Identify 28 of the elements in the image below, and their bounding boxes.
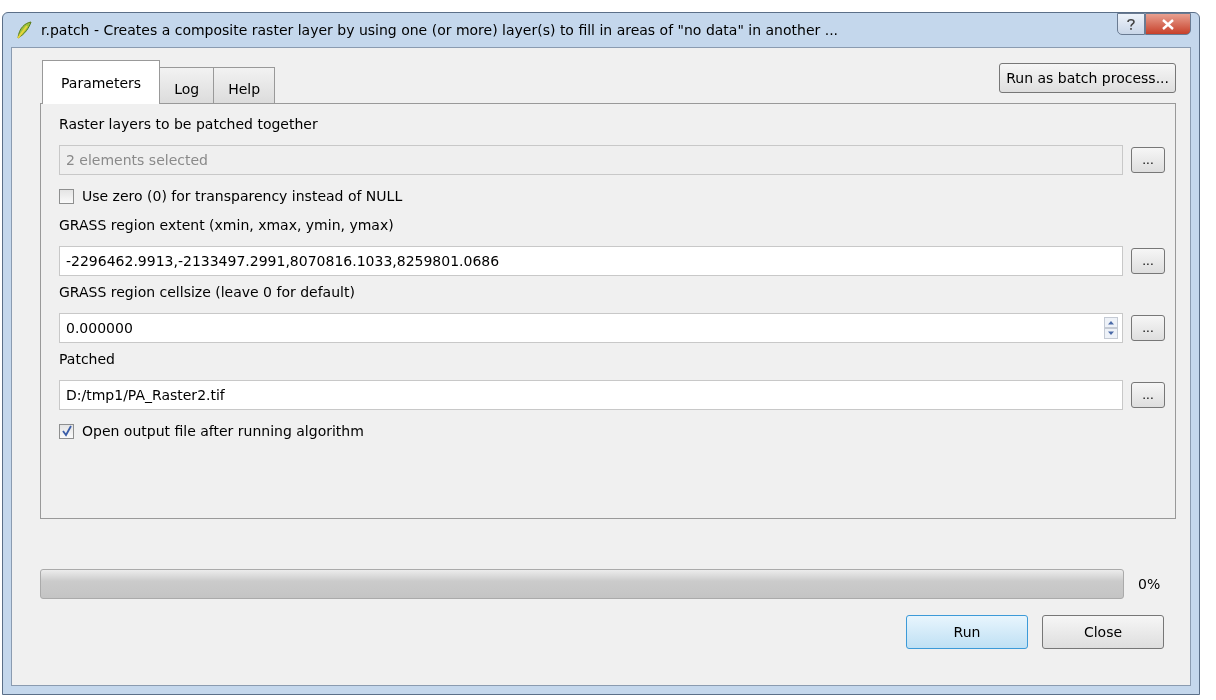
close-button[interactable] [1145,13,1191,35]
spinner-arrows-icon[interactable] [1104,317,1118,339]
field-label: Raster layers to be patched together [59,116,319,134]
checkbox-label: Open output file after running algorithm [82,423,364,439]
help-icon [1126,17,1136,31]
dialog-button[interactable]: Close [1042,615,1164,649]
window-title: r.patch - Creates a composite raster layer by using one (or more) layer(s) to fill in areas of "no data" in another ... [41,22,840,38]
input-field[interactable]: -2296462.9913,-2133497.2991,8070816.1033,8259801.0686 [59,246,1123,276]
batch-process-button[interactable]: Run as batch process... [999,63,1176,93]
close-icon [1162,18,1174,30]
checkbox-label: Use zero (0) for transparency instead of NULL [82,188,403,204]
field-label: GRASS region extent (xmin, xmax, ymin, ymax) [59,217,395,235]
leaf-icon [15,20,33,40]
dialog-button[interactable]: Run [906,615,1028,649]
field-label: GRASS region cellsize (leave 0 for default) [59,284,356,302]
input-field[interactable]: 0.000000 [59,313,1123,343]
tab[interactable]: Log [159,67,215,103]
checkbox[interactable] [59,188,74,204]
browse-button[interactable]: ... [1131,315,1165,341]
browse-button[interactable]: ... [1131,382,1165,408]
progress-reading: 0% [1138,576,1162,592]
browse-button[interactable]: ... [1131,248,1165,274]
tab[interactable]: Parameters [42,60,161,104]
checkbox[interactable] [59,423,74,439]
input-field[interactable]: D:/tmp1/PA_Raster2.tif [59,380,1123,410]
tab[interactable]: Help [213,67,276,103]
field-label: Patched [59,351,116,369]
help-button[interactable] [1117,13,1145,35]
